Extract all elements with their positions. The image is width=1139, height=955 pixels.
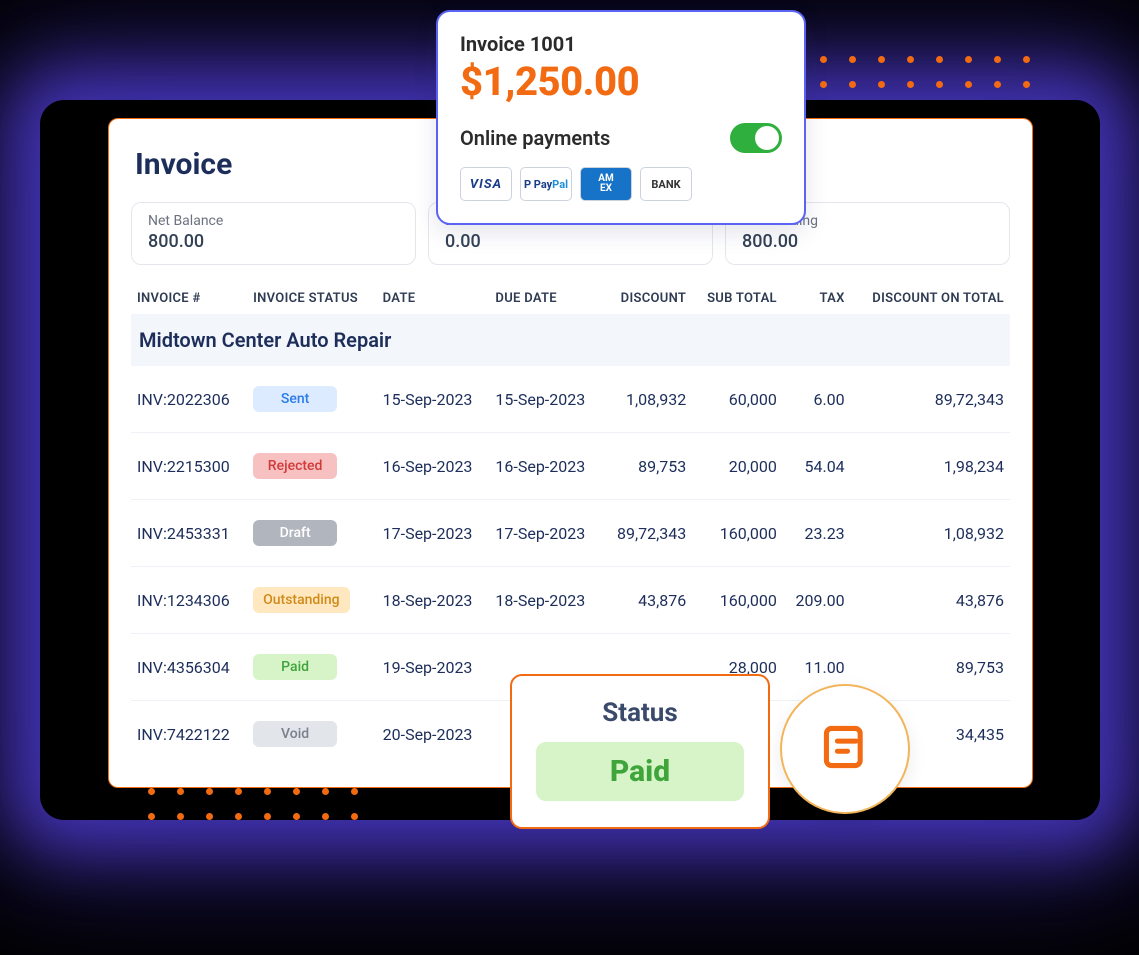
cell-discount: 89,72,343 (602, 500, 692, 567)
invoice-popup-amount: $1,250.00 (460, 58, 782, 105)
col-tax[interactable]: TAX (783, 283, 851, 314)
summary-value: 800.00 (148, 231, 399, 252)
table-row[interactable]: INV:2022306Sent15-Sep-202315-Sep-20231,0… (131, 366, 1010, 433)
cell-date: 16-Sep-2023 (377, 433, 490, 500)
col-due-date[interactable]: DUE DATE (489, 283, 602, 314)
decoration-dots-bottom (148, 788, 358, 820)
cell-invoice-number: INV:2022306 (131, 366, 247, 433)
status-popup-title: Status (536, 698, 744, 728)
col-discount[interactable]: DISCOUNT (602, 283, 692, 314)
cell-discount-on-total: 1,08,932 (851, 500, 1010, 567)
payment-amex-icon[interactable]: AMEX (580, 167, 632, 201)
online-payments-toggle[interactable] (730, 123, 782, 153)
decoration-dots-top (820, 56, 1030, 88)
status-badge: Rejected (253, 453, 337, 479)
cell-status: Draft (247, 500, 377, 567)
cell-tax: 6.00 (783, 366, 851, 433)
cell-date: 15-Sep-2023 (377, 366, 490, 433)
invoice-popup-title: Invoice 1001 (460, 32, 782, 56)
cell-invoice-number: INV:4356304 (131, 634, 247, 701)
cell-subtotal: 60,000 (692, 366, 783, 433)
status-badge: Void (253, 721, 337, 747)
cell-subtotal: 160,000 (692, 500, 783, 567)
status-badge: Sent (253, 386, 337, 412)
cell-status: Paid (247, 634, 377, 701)
col-date[interactable]: DATE (377, 283, 490, 314)
table-row[interactable]: INV:1234306Outstanding 18-Sep-202318-Sep-… (131, 567, 1010, 634)
cell-status: Sent (247, 366, 377, 433)
status-badge: Paid (253, 654, 337, 680)
col-subtotal[interactable]: SUB TOTAL (692, 283, 783, 314)
cell-due-date: 16-Sep-2023 (489, 433, 602, 500)
cell-invoice-number: INV:2453331 (131, 500, 247, 567)
table-row[interactable]: INV:2453331Draft17-Sep-202317-Sep-202389… (131, 500, 1010, 567)
brand-circle-badge[interactable] (780, 684, 910, 814)
cell-date: 19-Sep-2023 (377, 634, 490, 701)
cell-discount: 89,753 (602, 433, 692, 500)
summary-label: Net Balance (148, 213, 399, 229)
group-name: Midtown Center Auto Repair (131, 314, 1010, 366)
cell-due-date: 17-Sep-2023 (489, 500, 602, 567)
cell-due-date: 18-Sep-2023 (489, 567, 602, 634)
status-popup: Status Paid (510, 674, 770, 829)
cell-date: 20-Sep-2023 (377, 701, 490, 768)
online-payments-label: Online payments (460, 126, 610, 150)
cell-tax: 209.00 (783, 567, 851, 634)
cell-discount: 1,08,932 (602, 366, 692, 433)
cell-tax: 23.23 (783, 500, 851, 567)
cell-discount: 43,876 (602, 567, 692, 634)
col-invoice-status[interactable]: INVOICE STATUS (247, 283, 377, 314)
cell-invoice-number: INV:2215300 (131, 433, 247, 500)
cell-due-date: 15-Sep-2023 (489, 366, 602, 433)
cell-date: 18-Sep-2023 (377, 567, 490, 634)
status-popup-value: Paid (536, 742, 744, 801)
status-badge: Draft (253, 520, 337, 546)
payment-methods: VISA P PayPal AMEX BANK (460, 167, 782, 201)
table-header-row: INVOICE # INVOICE STATUS DATE DUE DATE D… (131, 283, 1010, 314)
table-row[interactable]: INV:2215300Rejected 16-Sep-202316-Sep-202… (131, 433, 1010, 500)
cell-invoice-number: INV:1234306 (131, 567, 247, 634)
payment-bank-icon[interactable]: BANK (640, 167, 692, 201)
cell-status: Void (247, 701, 377, 768)
summary-value: 0.00 (445, 231, 696, 252)
cell-subtotal: 20,000 (692, 433, 783, 500)
cell-date: 17-Sep-2023 (377, 500, 490, 567)
cell-status: Outstanding (247, 567, 377, 634)
payment-paypal-icon[interactable]: P PayPal (520, 167, 572, 201)
group-header-row[interactable]: Midtown Center Auto Repair (131, 314, 1010, 366)
col-discount-on-total[interactable]: DISCOUNT ON TOTAL (851, 283, 1010, 314)
summary-net-balance: Net Balance 800.00 (131, 202, 416, 265)
cell-discount-on-total: 43,876 (851, 567, 1010, 634)
status-badge: Outstanding (253, 587, 350, 613)
cell-discount-on-total: 89,72,343 (851, 366, 1010, 433)
cell-status: Rejected (247, 433, 377, 500)
col-invoice-number[interactable]: INVOICE # (131, 283, 247, 314)
invoice-detail-popup: Invoice 1001 $1,250.00 Online payments V… (436, 10, 806, 225)
cell-discount-on-total: 1,98,234 (851, 433, 1010, 500)
payment-visa-icon[interactable]: VISA (460, 167, 512, 201)
cell-subtotal: 160,000 (692, 567, 783, 634)
cell-invoice-number: INV:7422122 (131, 701, 247, 768)
cell-tax: 54.04 (783, 433, 851, 500)
wallet-icon (818, 720, 872, 778)
summary-value: 800.00 (742, 231, 993, 252)
